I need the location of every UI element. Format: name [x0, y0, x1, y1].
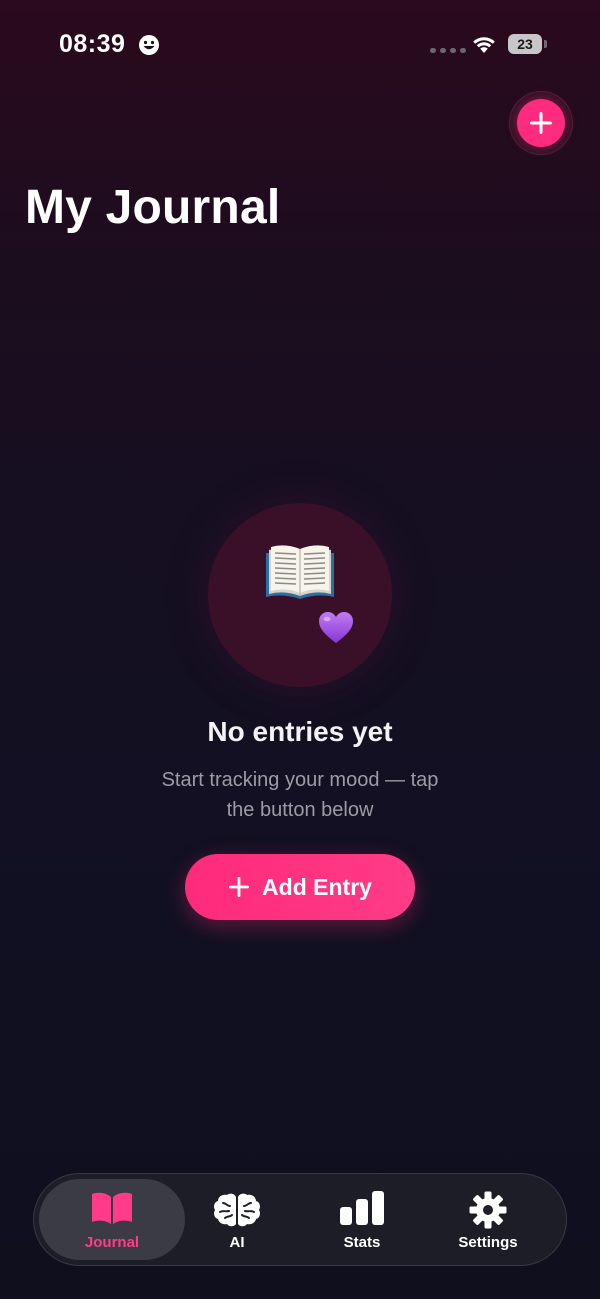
wifi-icon [473, 37, 495, 53]
tab-bar: Journal AI Stats Settings [33, 1173, 567, 1266]
plus-icon [229, 877, 250, 897]
empty-state-subtitle: Start tracking your mood — tap the butto… [161, 769, 439, 821]
open-book-icon [266, 545, 334, 599]
tab-stats[interactable]: Stats [289, 1179, 435, 1260]
smiley-icon [139, 35, 159, 55]
bar-chart-icon [340, 1191, 384, 1225]
tab-settings[interactable]: Settings [415, 1179, 561, 1260]
status-bar: 08:39 23 [0, 0, 600, 90]
empty-state-title: No entries yet [207, 716, 393, 747]
add-entry-button-label: Add Entry [262, 873, 372, 900]
battery-indicator: 23 [508, 34, 542, 54]
purple-heart-icon [319, 612, 353, 643]
book-icon [92, 1192, 132, 1224]
add-entry-button[interactable]: Add Entry [185, 854, 415, 920]
gear-icon [469, 1191, 507, 1229]
status-time: 08:39 [59, 30, 126, 58]
cellular-signal-icon [430, 48, 466, 53]
add-entry-top-button[interactable] [517, 99, 565, 147]
plus-icon [530, 112, 552, 134]
tab-settings-label: Settings [458, 1234, 518, 1251]
brain-icon [214, 1193, 260, 1227]
tab-stats-label: Stats [343, 1234, 381, 1251]
page-title: My Journal [25, 181, 281, 234]
battery-cap [544, 40, 547, 48]
